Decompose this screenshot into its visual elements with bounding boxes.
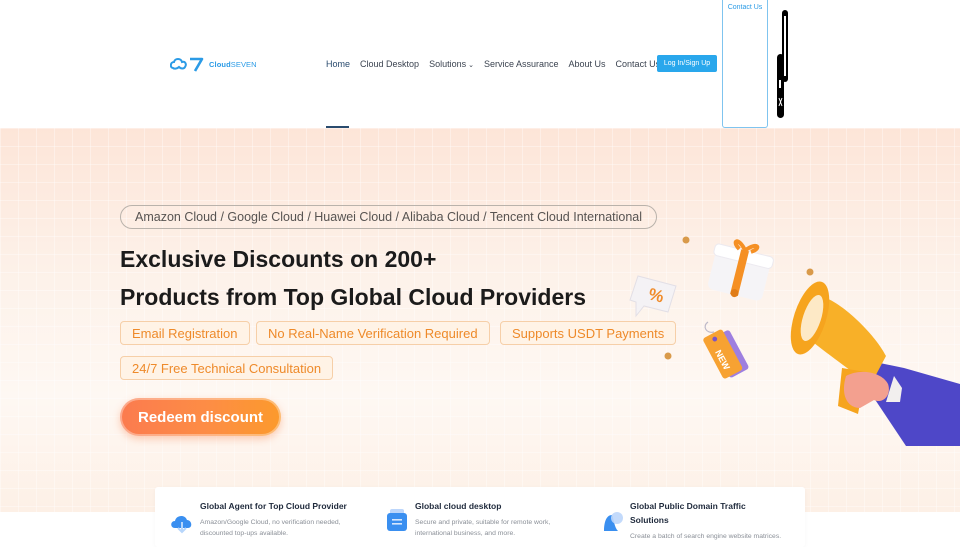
login-signup-button[interactable]: Log In/Sign Up [657, 55, 717, 72]
nav-solutions[interactable]: Solutions ⌄ [429, 59, 474, 69]
feature-desc: Secure and private, suitable for remote … [415, 517, 550, 539]
nav-contact-us[interactable]: Contact Us [616, 59, 661, 69]
feature-desc-line: discounted top-ups available. [200, 530, 289, 537]
site-header: CloudSEVEN Home Cloud Desktop Solutions ⌄… [0, 0, 960, 128]
feature-desc-line: Secure and private, suitable for remote … [415, 519, 551, 526]
orb-decoration-icon [682, 236, 690, 244]
providers-pill: Amazon Cloud / Google Cloud / Huawei Clo… [120, 205, 658, 229]
logo-text: CloudSEVEN [209, 59, 257, 69]
feature-desc-line: Create a batch of search engine website … [630, 533, 782, 540]
orb-decoration-icon [664, 352, 672, 360]
rendering-artifact-icon [777, 10, 788, 118]
logo[interactable]: CloudSEVEN [170, 55, 257, 73]
feature-title-line: Global Public Domain Traffic [630, 501, 746, 511]
feature-desc: Create a batch of search engine website … [630, 531, 781, 542]
cloud-download-icon [171, 515, 192, 534]
contact-us-panel-label: Contact Us [727, 4, 763, 11]
nav-service-assurance[interactable]: Service Assurance [484, 59, 559, 69]
tag-usdt-payments: Supports USDT Payments [500, 321, 677, 345]
nav-solutions-label: Solutions [429, 59, 467, 69]
features-card: Global Agent for Top Cloud Provider Amaz… [155, 487, 805, 547]
nav-home[interactable]: Home [326, 59, 350, 69]
nav-about-us[interactable]: About Us [569, 59, 606, 69]
contact-us-panel[interactable]: Contact Us [722, 0, 768, 128]
feature-desc-line: international business, and more. [415, 530, 516, 537]
new-tag-icon: NEW [703, 321, 749, 379]
tag-no-real-name: No Real-Name Verification Required [256, 321, 490, 345]
feature-title: Global Agent for Top Cloud Provider [200, 501, 347, 511]
megaphone-hand-icon [790, 281, 960, 446]
percent-bubble-icon: % [629, 275, 677, 318]
feature-title-line: Solutions [630, 515, 669, 525]
chevron-down-icon: ⌄ [468, 62, 474, 69]
tag-email-registration: Email Registration [120, 321, 250, 345]
feature-desc-line: Amazon/Google Cloud, no verification nee… [200, 519, 341, 526]
gift-box-icon [708, 239, 774, 301]
hero-title-line-2: Products from Top Global Cloud Providers [120, 284, 586, 310]
desktop-document-icon [387, 509, 407, 531]
hero-title: Exclusive Discounts on 200+ Products fro… [120, 240, 586, 316]
main-nav: Home Cloud Desktop Solutions ⌄ Service As… [326, 55, 670, 73]
nav-cloud-desktop[interactable]: Cloud Desktop [360, 59, 419, 69]
feature-desc: Amazon/Google Cloud, no verification nee… [200, 517, 341, 539]
hero-title-line-1: Exclusive Discounts on 200+ [120, 246, 437, 272]
bell-traffic-icon [604, 512, 623, 531]
feature-title: Global cloud desktop [415, 501, 502, 511]
feature-title: Global Public Domain Traffic Solutions [630, 499, 746, 527]
tag-technical-consultation: 24/7 Free Technical Consultation [120, 356, 334, 380]
redeem-discount-button[interactable]: Redeem discount [120, 398, 281, 436]
cloud-seven-logo-icon [170, 57, 204, 72]
